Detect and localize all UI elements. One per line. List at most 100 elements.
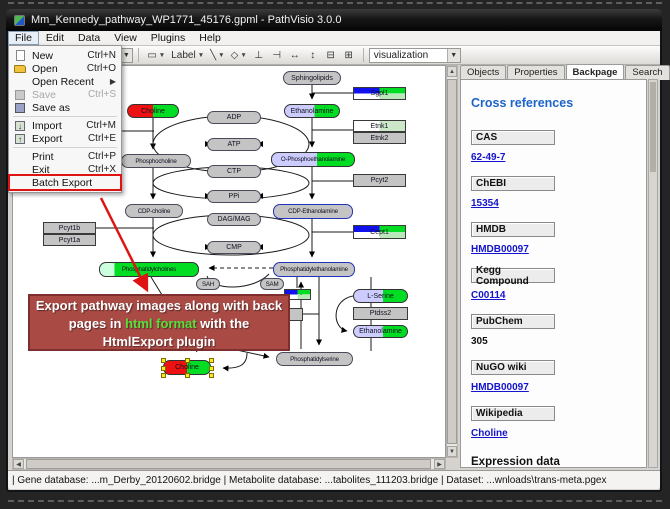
- canvas-vscrollbar[interactable]: ▲ ▼: [446, 65, 458, 458]
- node-pcyt2[interactable]: Pcyt2: [353, 174, 406, 187]
- title-bar: Mm_Kennedy_pathway_WP1771_45176.gpml - P…: [6, 9, 662, 31]
- crossref-value[interactable]: HMDB00097: [471, 244, 529, 255]
- menu-file[interactable]: File: [8, 31, 39, 45]
- node-sam[interactable]: SAM: [260, 278, 284, 290]
- tab-objects[interactable]: Objects: [460, 65, 506, 80]
- file-menu-item-save[interactable]: SaveCtrl+S: [10, 88, 120, 101]
- panel-vscrollbar[interactable]: [648, 79, 658, 468]
- distribute-horizontal-icon[interactable]: ↔: [286, 47, 304, 63]
- dropdown-arrow-icon[interactable]: ▼: [159, 52, 165, 59]
- node-choline[interactable]: Choline: [163, 360, 211, 375]
- node-dag-mag[interactable]: DAG/MAG: [207, 213, 261, 226]
- stack-vertical-icon[interactable]: ⊟: [322, 47, 340, 63]
- node-ethanolamine[interactable]: Ethanolamine: [284, 104, 340, 118]
- scroll-left-icon[interactable]: ◀: [13, 459, 24, 469]
- node-phosphatidylserine[interactable]: Phosphatidylserine: [276, 352, 353, 366]
- panel-scroll-thumb[interactable]: [650, 82, 656, 172]
- align-middle-icon[interactable]: ⊣: [268, 47, 286, 63]
- no-icon: [12, 151, 28, 162]
- file-menu-item-open[interactable]: OpenCtrl+O: [10, 62, 120, 75]
- node-ethanolamine[interactable]: Ethanolamine: [353, 325, 408, 338]
- node-atp[interactable]: ATP: [207, 138, 261, 151]
- node-sphingolipids[interactable]: Sphingolipids: [283, 71, 341, 85]
- node-adp[interactable]: ADP: [207, 111, 261, 124]
- selection-handle[interactable]: [209, 373, 214, 378]
- node-ptdss2[interactable]: Ptdss2: [353, 307, 408, 320]
- crossref-value[interactable]: HMDB00097: [471, 382, 529, 393]
- crossref-value[interactable]: 62-49-7: [471, 152, 505, 163]
- hscroll-thumb[interactable]: [26, 459, 431, 469]
- node-pcyt1b[interactable]: Pcyt1b: [43, 222, 96, 234]
- menu-help[interactable]: Help: [192, 31, 228, 45]
- selection-handle[interactable]: [161, 366, 166, 371]
- node-cept1[interactable]: Cept1: [353, 225, 406, 239]
- crossref-title: NuGO wiki: [471, 360, 555, 375]
- stack-horizontal-icon[interactable]: ⊞: [340, 47, 358, 63]
- file-menu-item-batch-export[interactable]: Batch Export: [10, 176, 120, 189]
- node-choline[interactable]: Choline: [127, 104, 179, 118]
- line-tool[interactable]: ╲▼: [207, 47, 227, 63]
- file-menu-item-exit[interactable]: ExitCtrl+X: [10, 163, 120, 176]
- scroll-down-icon[interactable]: ▼: [447, 446, 457, 457]
- distribute-vertical-icon[interactable]: ↕: [304, 47, 322, 63]
- file-menu-item-open-recent[interactable]: Open Recent▶: [10, 75, 120, 88]
- crossref-value[interactable]: 15354: [471, 198, 499, 209]
- file-menu-item-import[interactable]: ↓ImportCtrl+M: [10, 119, 120, 132]
- scroll-up-icon[interactable]: ▲: [447, 66, 457, 77]
- scroll-right-icon[interactable]: ▶: [434, 459, 445, 469]
- menu-plugins[interactable]: Plugins: [144, 31, 192, 45]
- menu-edit[interactable]: Edit: [39, 31, 71, 45]
- datanode-tool[interactable]: ▭▼: [144, 47, 168, 63]
- selection-handle[interactable]: [161, 373, 166, 378]
- menu-item-label: Print: [32, 151, 54, 163]
- node-sgpl1[interactable]: Sgpl1: [353, 87, 406, 100]
- canvas-hscrollbar[interactable]: ◀ ▶: [12, 458, 446, 470]
- dropdown-arrow-icon[interactable]: ▼: [198, 52, 204, 59]
- dropdown-arrow-icon[interactable]: ▼: [218, 52, 224, 59]
- line-tool-glyph: ╲: [210, 50, 216, 61]
- dropdown-arrow-icon[interactable]: ▼: [240, 52, 246, 59]
- node-cdp-choline[interactable]: CDP-choline: [125, 204, 183, 218]
- visualization-dropdown-icon[interactable]: ▼: [447, 49, 460, 62]
- selection-handle[interactable]: [209, 366, 214, 371]
- node-phosphatidylcholines[interactable]: Phosphatidylcholines: [99, 262, 199, 277]
- node-phosphocholine[interactable]: Phosphocholine: [121, 154, 191, 168]
- node-cmp[interactable]: CMP: [207, 241, 261, 254]
- vscroll-thumb[interactable]: [447, 79, 457, 444]
- file-menu-item-print[interactable]: PrintCtrl+P: [10, 150, 120, 163]
- crossref-section-wikipedia: WikipediaCholine: [471, 406, 646, 452]
- node-pcyt1a[interactable]: Pcyt1a: [43, 234, 96, 246]
- file-menu-item-export[interactable]: ↑ExportCtrl+E: [10, 132, 120, 145]
- node-etnk2[interactable]: Etnk2: [353, 132, 406, 144]
- label-tool[interactable]: Label▼: [168, 47, 207, 63]
- visualization-combobox[interactable]: visualization ▼: [369, 48, 461, 63]
- tab-backpage[interactable]: Backpage: [566, 64, 625, 79]
- menu-data[interactable]: Data: [71, 31, 107, 45]
- crossref-value[interactable]: Choline: [471, 428, 508, 439]
- side-panel: ObjectsPropertiesBackpageSearchLegend Cr…: [458, 65, 659, 470]
- align-center-icon[interactable]: ⊥: [250, 47, 268, 63]
- shape-tool[interactable]: ◇▼: [228, 47, 250, 63]
- node-etnk1[interactable]: Etnk1: [353, 120, 406, 132]
- tab-search[interactable]: Search: [625, 65, 669, 80]
- shape-tool-glyph: ◇: [231, 50, 239, 61]
- menu-item-label: Save as: [32, 102, 70, 114]
- node-ppi[interactable]: PPi: [207, 190, 261, 203]
- pisd-gene-node[interactable]: [289, 308, 303, 321]
- file-menu-item-save-as[interactable]: Save as: [10, 101, 120, 114]
- node-ctp[interactable]: CTP: [207, 165, 261, 178]
- selection-handle[interactable]: [161, 358, 166, 363]
- toolbar-separator: [138, 48, 139, 62]
- crossref-value[interactable]: C00114: [471, 290, 505, 301]
- tab-properties[interactable]: Properties: [507, 65, 564, 80]
- selection-handle[interactable]: [209, 358, 214, 363]
- selection-handle[interactable]: [185, 373, 190, 378]
- node-o-phosphoethanolamine[interactable]: O-Phosphoethanolamine: [271, 152, 355, 167]
- menu-view[interactable]: View: [107, 31, 144, 45]
- file-menu-item-new[interactable]: NewCtrl+N: [10, 49, 120, 62]
- node-sah[interactable]: SAH: [196, 278, 220, 290]
- selection-handle[interactable]: [185, 358, 190, 363]
- node-phosphatidylethanolamine[interactable]: Phosphatidylethanolamine: [273, 262, 355, 277]
- node-cdp-ethanolamine[interactable]: CDP-Ethanolamine: [273, 204, 353, 219]
- node-l-serine[interactable]: L-Serine: [353, 289, 408, 303]
